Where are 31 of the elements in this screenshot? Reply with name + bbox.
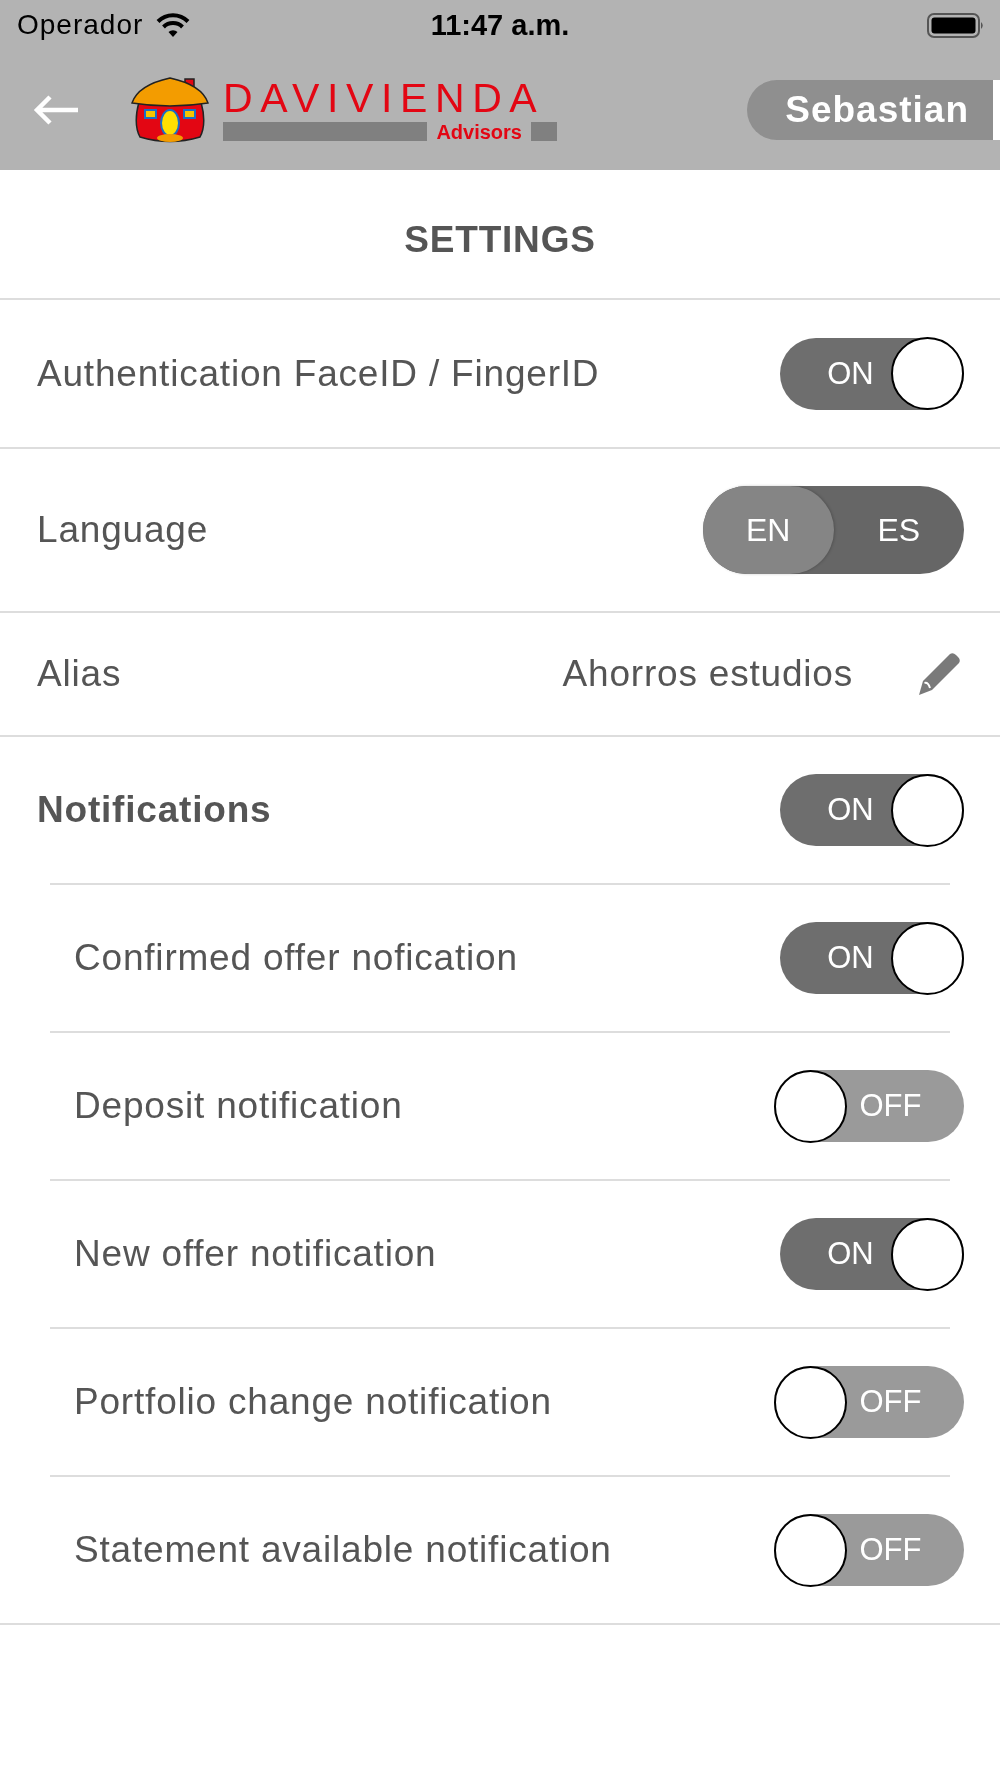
battery-icon — [927, 12, 985, 38]
toggle-switch[interactable]: OFF — [774, 1514, 964, 1586]
brand-subtitle: Advisors — [436, 120, 522, 143]
setting-label: Deposit notification — [74, 1085, 403, 1127]
logo-bar — [531, 122, 557, 141]
alias-value: Ahorros estudios — [562, 653, 853, 695]
section-label: Notifications — [37, 789, 272, 831]
pencil-icon[interactable] — [917, 652, 961, 696]
language-option[interactable]: EN — [703, 486, 834, 574]
toggle-switch[interactable]: OFF — [774, 1070, 964, 1142]
page-title: SETTINGS — [404, 219, 596, 261]
toggle-switch[interactable]: OFF — [774, 1366, 964, 1438]
brand-name: DAVIVIENDA — [223, 77, 546, 118]
language-option[interactable]: ES — [833, 486, 964, 574]
status-time: 11:47 a.m. — [430, 8, 570, 42]
wifi-icon — [155, 12, 192, 38]
setting-label: Portfolio change notification — [74, 1381, 552, 1423]
setting-label: Language — [37, 509, 209, 551]
toggle-switch[interactable]: ON — [780, 1218, 964, 1290]
setting-label: Confirmed offer nofication — [74, 937, 518, 979]
setting-label: Authentication FaceID / FingerID — [37, 352, 600, 395]
arrow-left-icon — [33, 95, 79, 125]
toggle-switch[interactable]: ON — [780, 922, 964, 994]
carrier-name: Operador — [17, 9, 144, 41]
setting-label: Alias — [37, 653, 122, 695]
setting-label: Statement available notification — [74, 1529, 612, 1571]
house-icon — [130, 76, 210, 144]
user-name-button[interactable]: Sebastian — [747, 80, 1000, 140]
setting-label: New offer notification — [74, 1233, 437, 1275]
toggle-switch[interactable]: ON — [780, 774, 964, 846]
toggle-switch[interactable]: ON — [780, 337, 964, 410]
